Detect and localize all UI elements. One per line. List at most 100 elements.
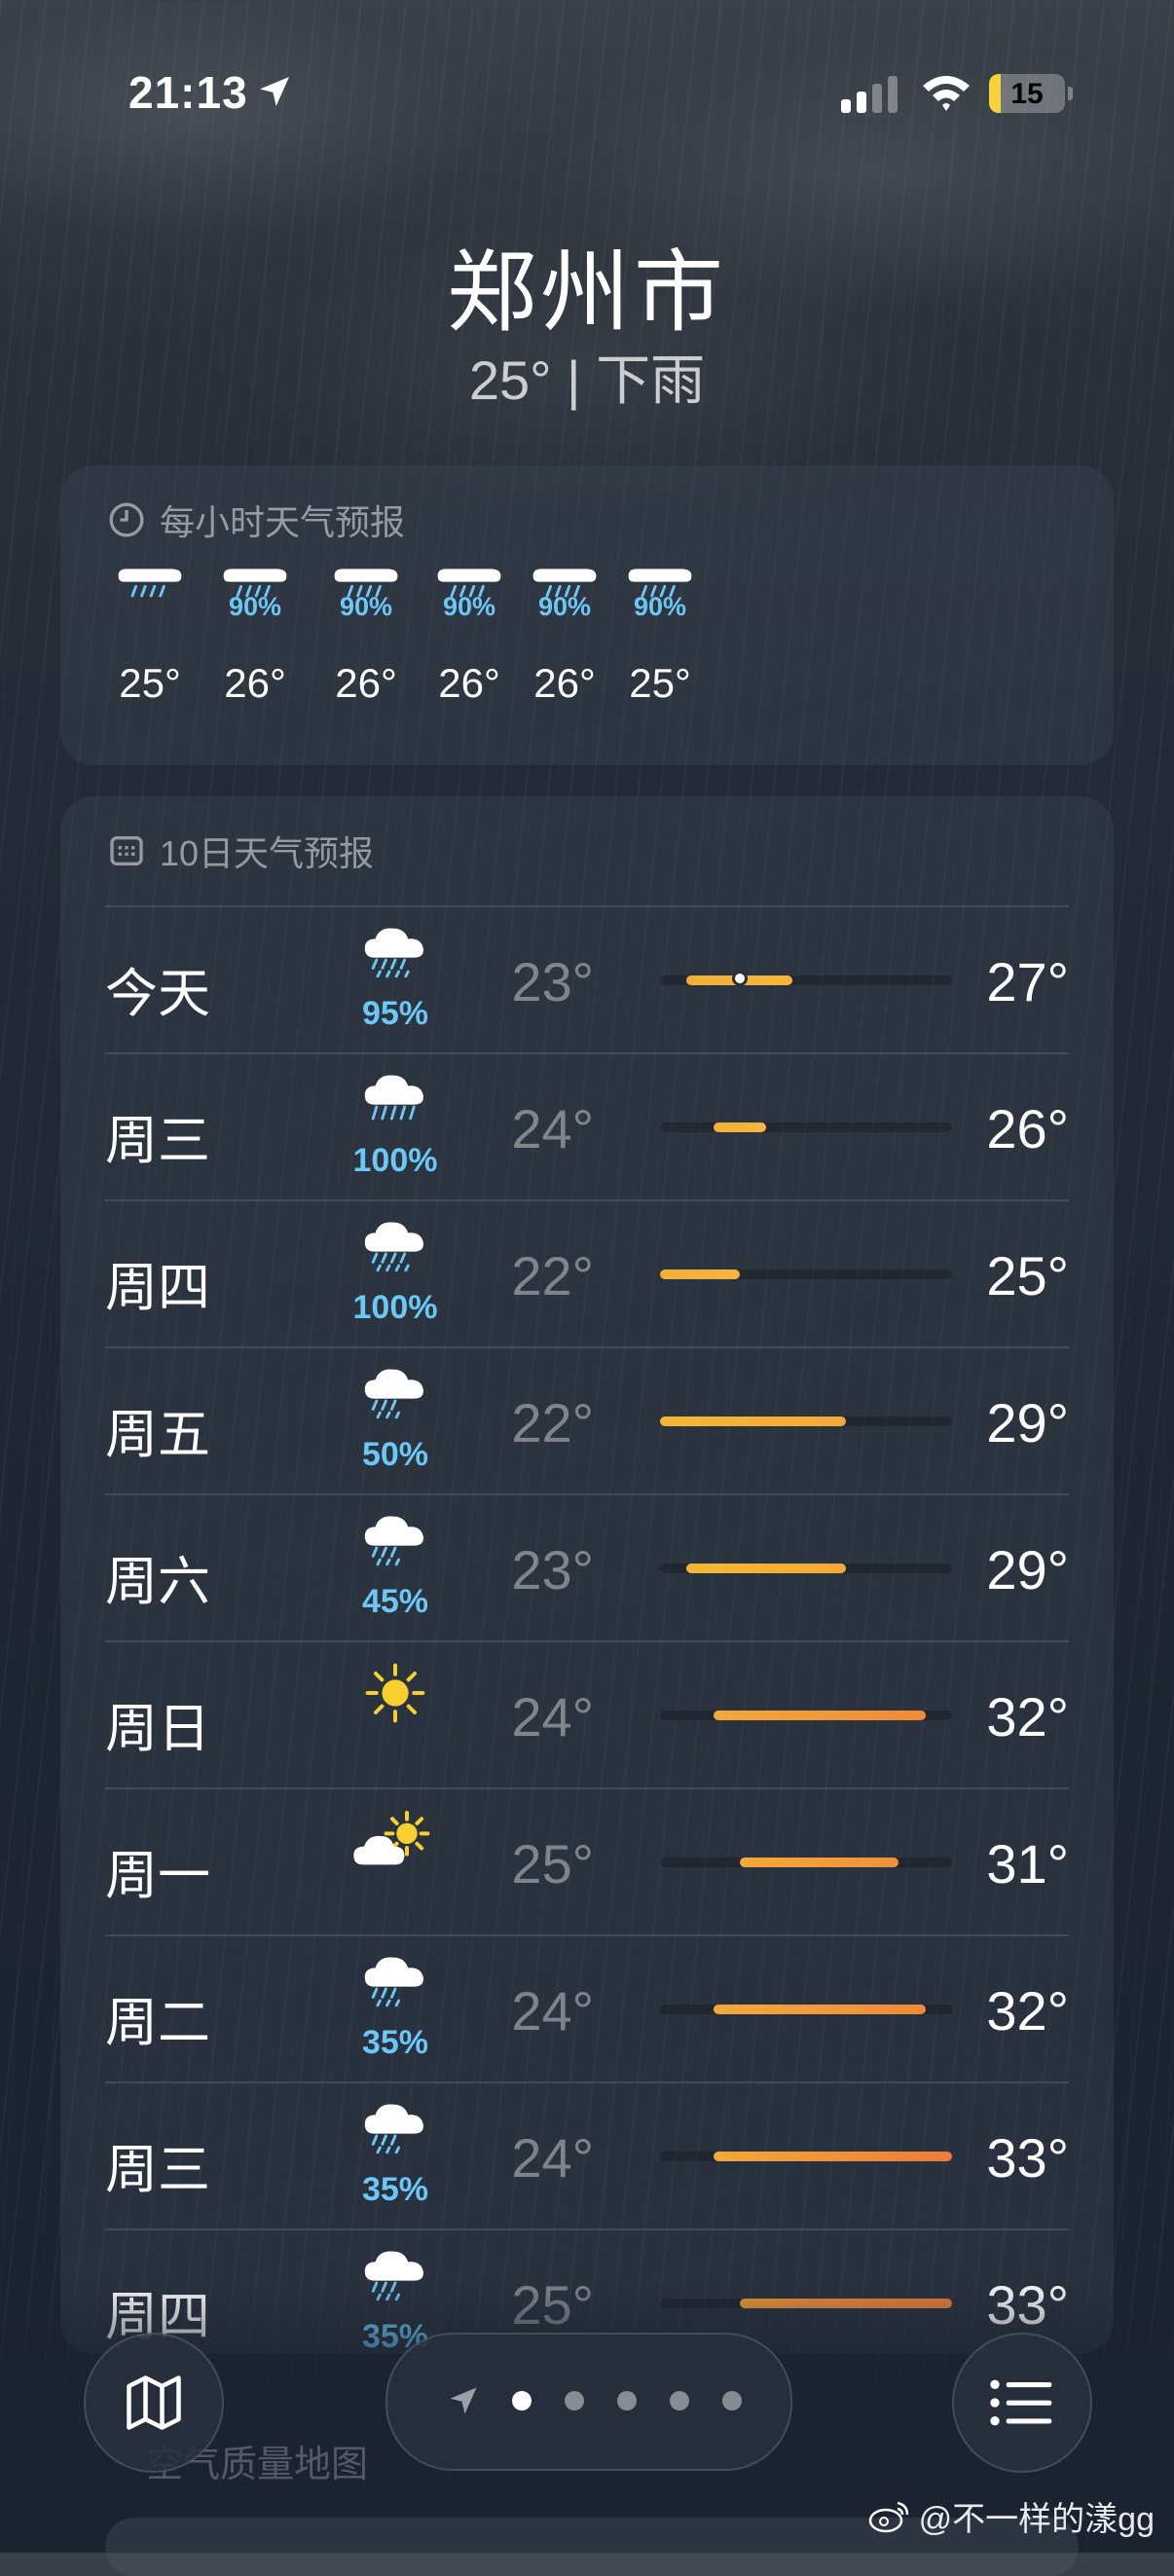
watermark-text: @不一样的漾gg [918, 2501, 1155, 2538]
daily-high: 32° [986, 1686, 1069, 1748]
daily-high: 32° [986, 1980, 1069, 2042]
rain-cloud-icon [92, 563, 208, 621]
page-dot[interactable] [512, 2391, 532, 2410]
daily-low: 25° [511, 1833, 594, 1895]
temp-range-fill [660, 1270, 740, 1279]
daily-row[interactable]: 周三 100% 24° 26° [105, 1052, 1069, 1200]
daily-day: 周二 [105, 1994, 210, 2052]
daily-row[interactable]: 周六 45% 23° 29° [105, 1493, 1069, 1641]
battery-icon: 15 [989, 74, 1065, 113]
heavy-rain-cloud-icon: 100% [337, 1072, 454, 1179]
status-bar: 21:13 15 [0, 0, 1174, 195]
status-time: 21:13 [128, 67, 248, 118]
drizzle-cloud-icon: 50% [337, 1366, 454, 1473]
battery-level: 15 [1010, 78, 1044, 110]
page-indicator[interactable] [385, 2333, 792, 2471]
daily-row[interactable]: 周五 50% 22° 29° [105, 1346, 1069, 1494]
hourly-precip: 90% [633, 592, 687, 621]
temp-range-fill [686, 1564, 846, 1573]
hourly-temp: 26° [224, 660, 286, 706]
daily-row[interactable]: 周四 100% 22° 25° [105, 1199, 1069, 1347]
hourly-temp: 25° [119, 660, 181, 706]
daily-high: 26° [986, 1098, 1069, 1159]
drizzle-cloud-icon: 45% [337, 1513, 454, 1620]
temp-range-bar [660, 1564, 952, 1573]
temp-range-fill [713, 2152, 952, 2161]
daily-low: 23° [511, 1539, 594, 1601]
temp-range-bar [660, 1417, 952, 1426]
daily-day: 周日 [105, 1700, 210, 1758]
ten-day-forecast-header: 10日天气预报 [107, 826, 374, 876]
ten-day-forecast-card[interactable]: 10日天气预报 今天 95% 23° 27° 周三 100% 24° 26° 周… [60, 796, 1114, 2355]
battery-tip [1068, 87, 1073, 100]
current-temp-dot [731, 971, 748, 986]
hourly-forecast-card[interactable]: 每小时天气预报 25° 90% 26° 90% 26° 90% 26° 90% … [60, 465, 1114, 765]
daily-day: 周三 [105, 1112, 210, 1170]
daily-high: 29° [986, 1539, 1069, 1601]
map-icon [127, 2375, 181, 2430]
rain-cloud-icon: 95% [337, 925, 454, 1032]
daily-low: 23° [511, 951, 594, 1012]
page-dot[interactable] [670, 2391, 689, 2410]
daily-high: 33° [986, 2127, 1069, 2189]
daily-high: 25° [986, 1245, 1069, 1306]
partly-sunny-icon [337, 1807, 454, 1914]
hourly-precip: 90% [228, 592, 282, 621]
hourly-item: 90% 25° [602, 563, 718, 706]
daily-low: 24° [511, 2127, 594, 2189]
calendar-icon [110, 836, 143, 865]
daily-precip: 95% [361, 995, 429, 1032]
daily-high: 31° [986, 1833, 1069, 1895]
daily-day: 周一 [105, 1847, 210, 1905]
clock-icon [109, 502, 144, 537]
city-list-button[interactable] [952, 2333, 1092, 2473]
daily-low: 22° [511, 1392, 594, 1454]
temp-range-fill [713, 1122, 767, 1132]
drizzle-cloud-icon: 35% [337, 1954, 454, 2061]
wifi-icon [923, 76, 970, 111]
daily-row[interactable]: 周日 24° 32° [105, 1640, 1069, 1788]
daily-low: 22° [511, 1245, 594, 1306]
rain-cloud-icon: 100% [337, 1219, 454, 1326]
daily-precip: 35% [361, 2171, 429, 2208]
page-dot[interactable] [617, 2391, 637, 2410]
daily-precip: 35% [361, 2024, 429, 2061]
page-dot[interactable] [722, 2391, 742, 2410]
temp-range-bar [660, 2152, 952, 2161]
hourly-temp: 26° [335, 660, 397, 706]
temp-range-bar [660, 971, 952, 986]
daily-low: 24° [511, 1686, 594, 1748]
daily-day: 周六 [105, 1553, 210, 1611]
daily-day: 今天 [105, 965, 210, 1023]
daily-row[interactable]: 周一 25° 31° [105, 1787, 1069, 1935]
hourly-item: 25° [92, 563, 208, 706]
cellular-signal-icon [841, 74, 899, 113]
temp-range-bar [660, 1858, 952, 1867]
ten-day-forecast-title: 10日天气预报 [160, 833, 375, 873]
temp-range-bar [660, 1270, 952, 1279]
hourly-item: 90% 26° [197, 563, 313, 706]
daily-row[interactable]: 周二 35% 24° 32° [105, 1934, 1069, 2082]
daily-precip: 100% [352, 1289, 438, 1326]
daily-row[interactable]: 周三 35% 24° 33° [105, 2081, 1069, 2229]
watermark: @不一样的漾gg [868, 2492, 1155, 2540]
temp-range-bar [660, 1122, 952, 1132]
weibo-logo-icon [868, 2501, 908, 2532]
daily-row[interactable]: 今天 95% 23° 27° [105, 905, 1069, 1053]
temp-range-fill [739, 1858, 899, 1867]
temp-range-bar [660, 1711, 952, 1720]
temp-range-fill [713, 2005, 926, 2014]
city-name: 郑州市 [446, 243, 727, 343]
hourly-item: 90% 26° [308, 563, 424, 706]
hourly-temp: 25° [629, 660, 691, 706]
sun-icon [337, 1660, 454, 1767]
daily-precip: 45% [361, 1583, 429, 1620]
hourly-forecast-header: 每小时天气预报 [107, 495, 405, 545]
temp-range-fill [713, 1711, 926, 1720]
daily-low: 24° [511, 1098, 594, 1159]
location-page-icon[interactable] [446, 2383, 481, 2418]
hourly-forecast-title: 每小时天气预报 [160, 502, 406, 542]
page-dot[interactable] [565, 2391, 584, 2410]
map-button[interactable] [84, 2333, 224, 2473]
current-summary: 25° | 下雨 [468, 350, 706, 411]
